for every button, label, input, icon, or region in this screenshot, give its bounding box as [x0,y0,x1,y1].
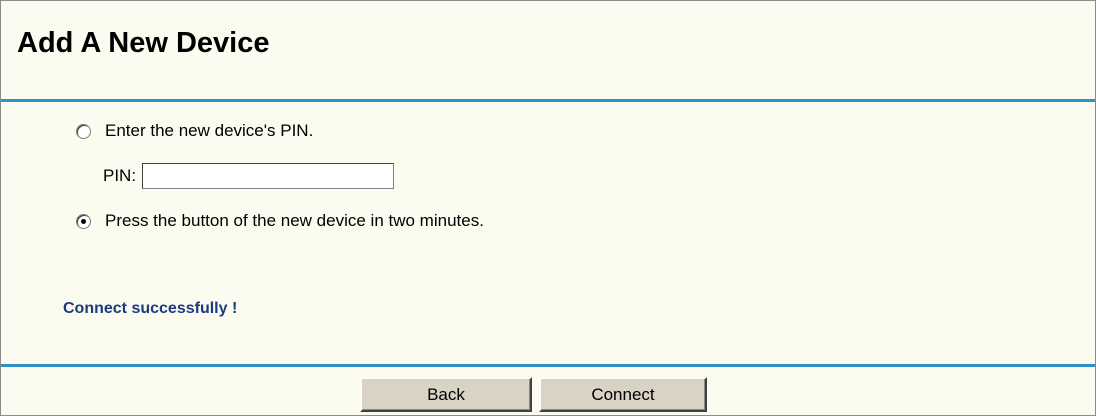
header-divider [1,99,1095,102]
pin-option-label: Enter the new device's PIN. [105,121,314,140]
push-button-option-label: Press the button of the new device in tw… [105,211,484,230]
status-message: Connect successfully ! [63,300,238,317]
pin-input[interactable] [142,163,395,189]
back-button[interactable]: Back [360,377,532,412]
page-title: Add A New Device [17,27,270,59]
connect-button[interactable]: Connect [539,377,707,412]
footer-divider [1,364,1095,367]
pin-label: PIN: [103,166,137,185]
add-device-panel: Add A New Device Enter the new device's … [0,0,1096,416]
push-button-option-radio[interactable] [76,213,91,229]
pin-option[interactable]: Enter the new device's PIN. [76,121,313,141]
pin-row: PIN: [103,163,395,189]
pin-option-radio[interactable] [76,123,91,139]
push-button-option[interactable]: Press the button of the new device in tw… [76,211,484,231]
